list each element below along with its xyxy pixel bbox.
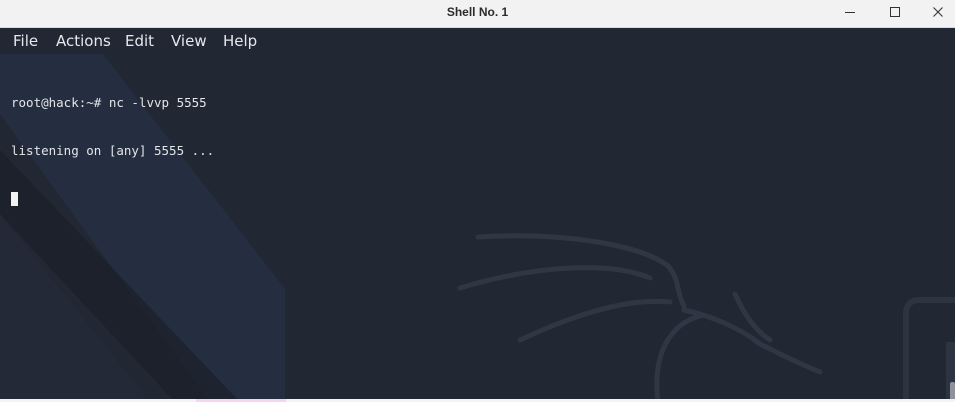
- terminal-output: root@hack:~# nc -lvvp 5555 listening on …: [11, 63, 214, 239]
- minimize-button[interactable]: [827, 0, 873, 24]
- close-icon: [932, 6, 944, 18]
- minimize-icon: [844, 6, 856, 18]
- dragon-logo-icon: [457, 233, 823, 402]
- menu-help[interactable]: Help: [223, 32, 257, 50]
- title-bar[interactable]: Shell No. 1: [0, 0, 955, 28]
- terminal-line: listening on [any] 5555 ...: [11, 143, 215, 158]
- maximize-icon: [889, 6, 901, 18]
- window-title: Shell No. 1: [446, 5, 509, 19]
- terminal-area[interactable]: root@hack:~# nc -lvvp 5555 listening on …: [0, 54, 955, 402]
- close-button[interactable]: [915, 0, 955, 24]
- terminal-window: Shell No. 1 File Actions Edit View Help …: [0, 0, 955, 402]
- menu-edit[interactable]: Edit: [125, 32, 154, 50]
- menu-actions[interactable]: Actions: [56, 32, 111, 50]
- text-cursor: [11, 192, 18, 206]
- terminal-line: root@hack:~# nc -lvvp 5555: [11, 95, 207, 110]
- maximize-button[interactable]: [872, 0, 918, 24]
- menu-file[interactable]: File: [13, 32, 38, 50]
- menu-bar: File Actions Edit View Help: [0, 28, 955, 54]
- terminal-cursor-line: [11, 191, 214, 207]
- menu-view[interactable]: View: [171, 32, 207, 50]
